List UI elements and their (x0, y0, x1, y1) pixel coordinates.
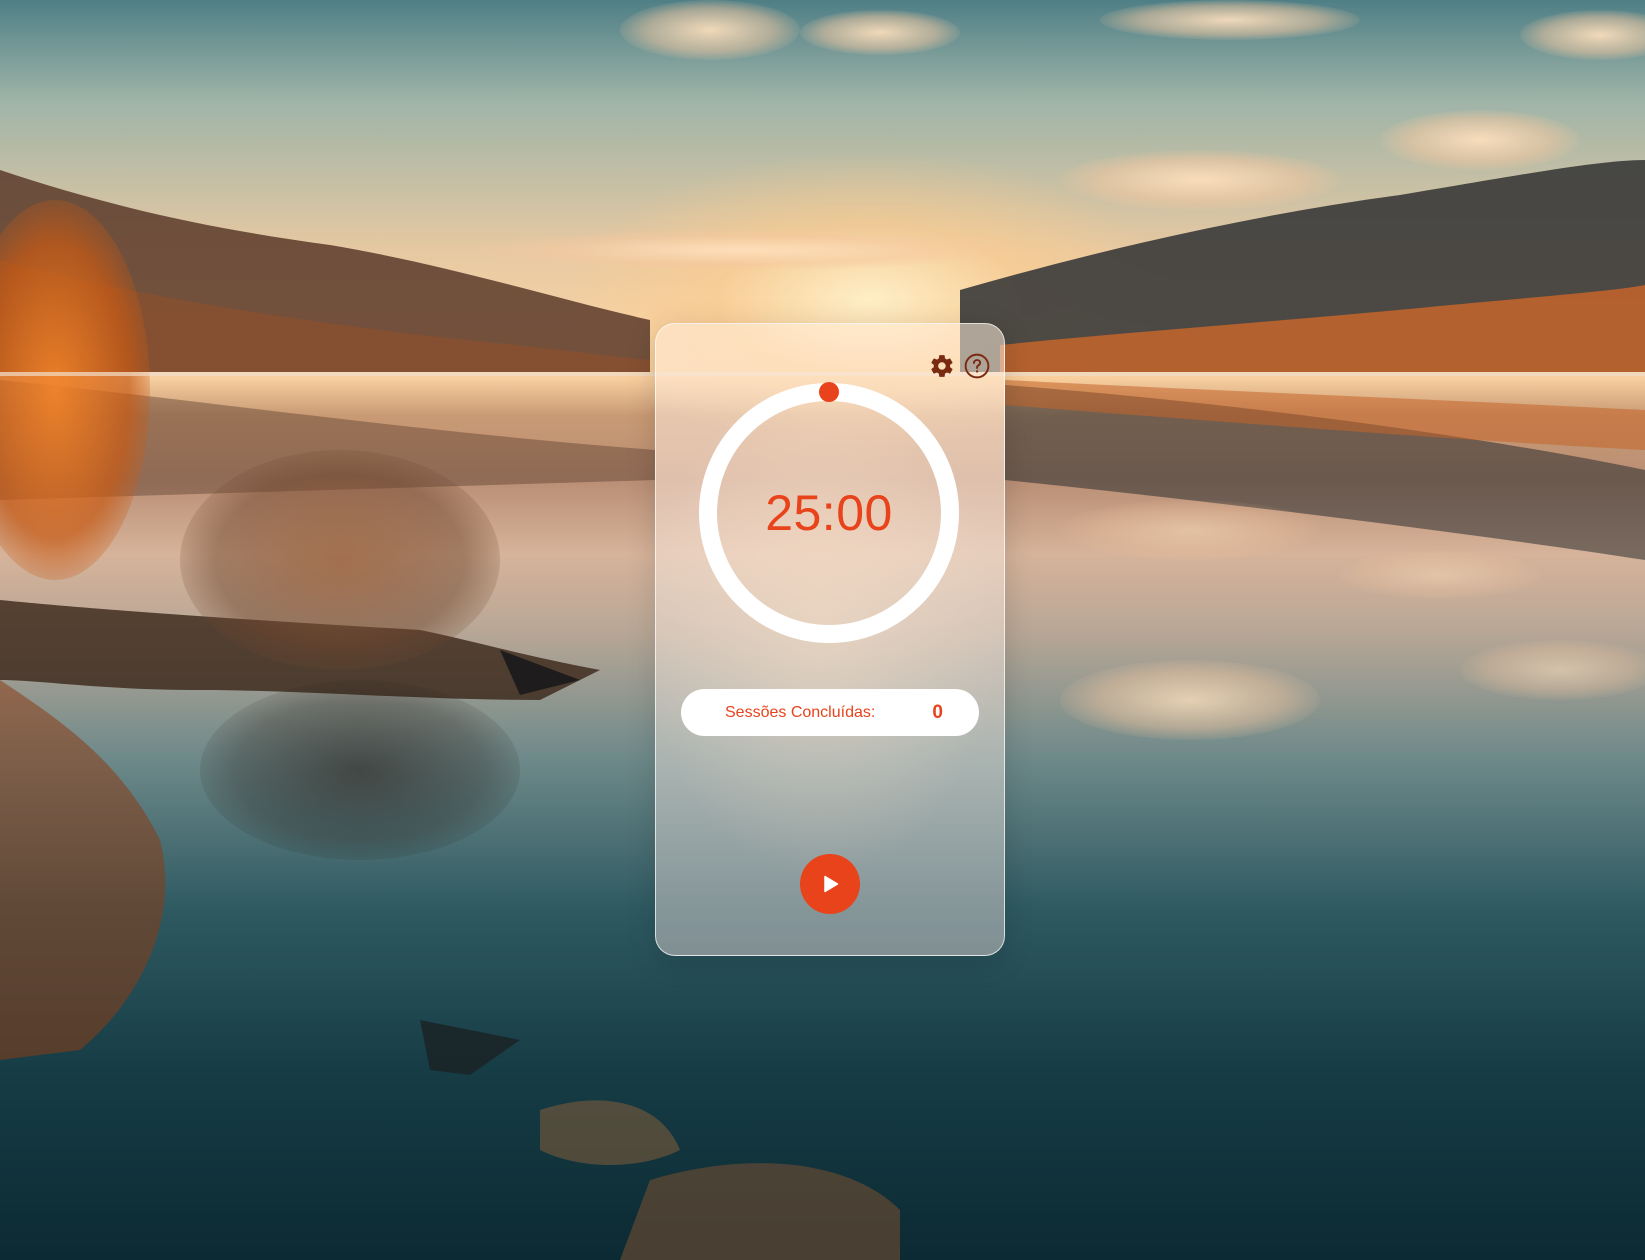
cloud-reflection (1340, 550, 1540, 600)
question-circle-icon (964, 353, 990, 379)
sessions-label: Sessões Concluídas: (725, 703, 876, 721)
cloud-reflection (1060, 500, 1320, 560)
settings-button[interactable] (928, 352, 956, 380)
timer-display: 25:00 (765, 485, 893, 541)
shrub (180, 450, 500, 670)
sessions-count: 0 (932, 701, 943, 723)
pomodoro-card: 25:00 Sessões Concluídas: 0 (655, 323, 1005, 956)
cloud-reflection (1460, 640, 1645, 700)
play-icon (824, 875, 839, 893)
gear-icon (931, 355, 953, 377)
sessions-completed-pill: Sessões Concluídas: 0 (681, 689, 979, 736)
cloud-reflection (1060, 660, 1320, 740)
shrub-reflection (200, 680, 520, 860)
help-button[interactable] (963, 352, 991, 380)
play-button[interactable] (800, 854, 860, 914)
